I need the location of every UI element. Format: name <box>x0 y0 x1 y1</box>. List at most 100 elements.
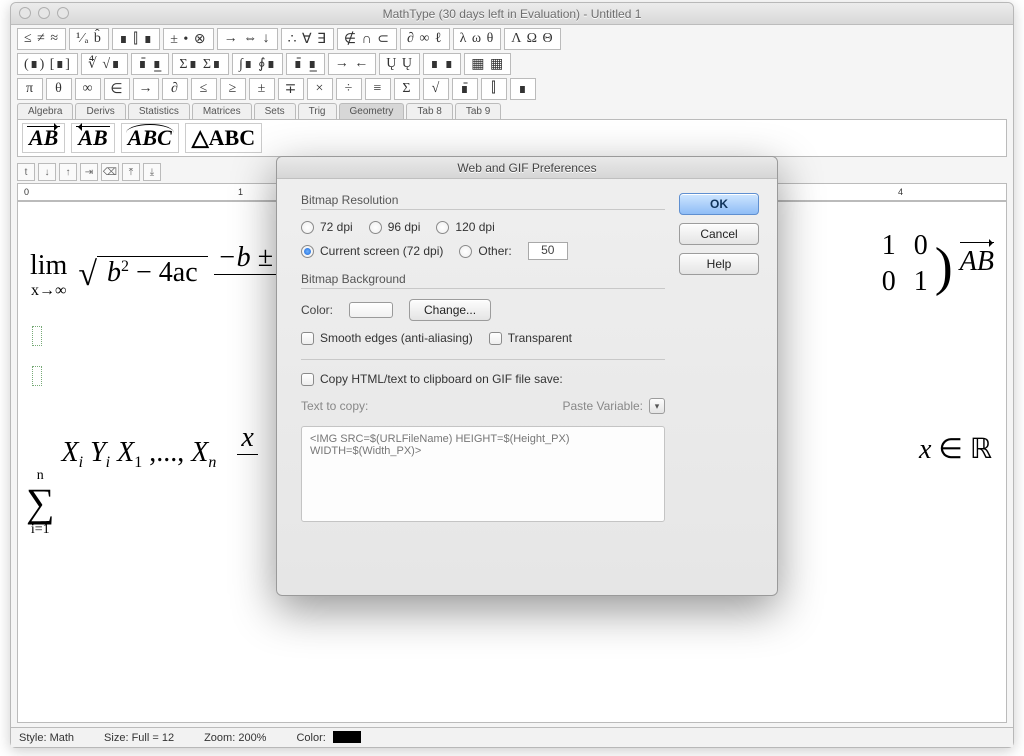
ruler-mark: 1 <box>238 187 243 197</box>
toolbar-button[interactable]: θ <box>46 78 72 100</box>
mini-button[interactable]: ⤓ <box>143 163 161 181</box>
ruler-mark: 0 <box>24 187 29 197</box>
group-bitmap-background: Bitmap Background Color: Change... Smoot… <box>301 272 665 345</box>
toolbar-button[interactable]: ≡ <box>365 78 391 100</box>
toolbar-button[interactable]: Σ <box>394 78 420 100</box>
toolbar-button[interactable]: √ <box>423 78 449 100</box>
status-style: Style: Math <box>19 732 74 744</box>
window-controls <box>19 7 69 19</box>
tab-matrices[interactable]: Matrices <box>192 103 252 119</box>
change-color-button[interactable]: Change... <box>409 299 491 321</box>
status-zoom: Zoom: 200% <box>204 732 266 744</box>
group-bitmap-resolution: Bitmap Resolution 72 dpi 96 dpi 120 dpi … <box>301 193 665 260</box>
toolbar-group[interactable]: Σ∎ Σ∎ <box>172 53 229 75</box>
color-label: Color: <box>301 303 333 317</box>
tab-8[interactable]: Tab 8 <box>406 103 452 119</box>
toolbar-button[interactable]: ± <box>249 78 275 100</box>
tab-9[interactable]: Tab 9 <box>455 103 501 119</box>
symbol-toolbars: ≤ ≠ ≈ ¹⁄ₐ b̂ ∎ ⫿ ∎ ± • ⊗ → ⇔ ↓ ∴ ∀ ∃ ∉ ∩… <box>11 25 1013 103</box>
vector-ab-button[interactable]: AB <box>22 123 65 153</box>
tab-algebra[interactable]: Algebra <box>17 103 73 119</box>
tab-sets[interactable]: Sets <box>254 103 296 119</box>
toolbar-group[interactable]: Ų Ų <box>379 53 420 75</box>
group-label: Bitmap Background <box>301 272 665 286</box>
text-to-copy-label: Text to copy: <box>301 399 368 413</box>
toolbar-button[interactable]: ≥ <box>220 78 246 100</box>
tab-derivs[interactable]: Derivs <box>75 103 125 119</box>
toolbar-button[interactable]: ∎̄ <box>452 78 478 100</box>
toolbar-group[interactable]: ∫∎ ∮∎ <box>232 53 283 75</box>
toolbar-group[interactable]: ∜ √∎ <box>81 53 128 75</box>
toolbar-group[interactable]: ∎̄ ∎̲ <box>131 53 169 75</box>
close-icon[interactable] <box>19 7 31 19</box>
mini-button[interactable]: t <box>17 163 35 181</box>
mini-button[interactable]: ↑ <box>59 163 77 181</box>
minimize-icon[interactable] <box>38 7 50 19</box>
toolbar-button[interactable]: ÷ <box>336 78 362 100</box>
html-template-textarea[interactable]: <IMG SRC=$(URLFileName) HEIGHT=$(Height_… <box>301 426 665 522</box>
mini-button[interactable]: ⤒ <box>122 163 140 181</box>
checkbox-copy-html[interactable]: Copy HTML/text to clipboard on GIF file … <box>301 372 665 386</box>
toolbar-button[interactable]: ∎ <box>510 78 536 100</box>
status-bar: Style: Math Size: Full = 12 Zoom: 200% C… <box>11 727 1013 747</box>
triangle-abc-button[interactable]: △ABC <box>185 123 262 153</box>
toolbar-group[interactable]: ∎̄ ∎̲ <box>286 53 324 75</box>
toolbar-group[interactable]: ± • ⊗ <box>163 28 213 50</box>
tab-geometry[interactable]: Geometry <box>339 103 405 119</box>
mini-button[interactable]: ⌫ <box>101 163 119 181</box>
ruler-mark: 4 <box>898 187 903 197</box>
toolbar-button[interactable]: ∂ <box>162 78 188 100</box>
toolbar-button[interactable]: ∓ <box>278 78 304 100</box>
help-button[interactable]: Help <box>679 253 759 275</box>
vector-ab-left-button[interactable]: AB <box>71 123 114 153</box>
mini-button[interactable]: ↓ <box>38 163 56 181</box>
bg-color-swatch[interactable] <box>349 302 393 318</box>
arc-abc-button[interactable]: ABC <box>121 123 179 153</box>
tab-statistics[interactable]: Statistics <box>128 103 190 119</box>
color-swatch-icon <box>333 731 361 743</box>
placeholder-slot <box>32 362 42 394</box>
category-tabs: Algebra Derivs Statistics Matrices Sets … <box>11 103 1013 119</box>
toolbar-group[interactable]: ∂ ∞ ℓ <box>400 28 450 50</box>
toolbar-group[interactable]: ∴ ∀ ∃ <box>281 28 334 50</box>
cancel-button[interactable]: Cancel <box>679 223 759 245</box>
toolbar-group[interactable]: → ⇔ ↓ <box>217 28 278 50</box>
placeholder-slot <box>32 322 42 354</box>
toolbar-button[interactable]: π <box>17 78 43 100</box>
toolbar-group[interactable]: (∎) [∎] <box>17 53 78 75</box>
toolbar-button[interactable]: ≤ <box>191 78 217 100</box>
toolbar-group[interactable]: ∉ ∩ ⊂ <box>337 28 397 50</box>
radio-other[interactable]: Other: <box>459 244 511 258</box>
zoom-icon[interactable] <box>57 7 69 19</box>
radio-120dpi[interactable]: 120 dpi <box>436 220 494 234</box>
radio-72dpi[interactable]: 72 dpi <box>301 220 353 234</box>
toolbar-group[interactable]: ∎ ⫿ ∎ <box>112 28 160 50</box>
other-dpi-input[interactable]: 50 <box>528 242 568 260</box>
radio-current-screen[interactable]: Current screen (72 dpi) <box>301 244 443 258</box>
mini-button[interactable]: ⇥ <box>80 163 98 181</box>
toolbar-button[interactable]: ⫿ <box>481 78 507 100</box>
equation-1: lim x→∞ √ b2 − 4ac −b ± <box>26 242 277 307</box>
toolbar-group[interactable]: ≤ ≠ ≈ <box>17 28 66 50</box>
toolbar-button[interactable]: × <box>307 78 333 100</box>
window-title: MathType (30 days left in Evaluation) - … <box>11 7 1013 21</box>
toolbar-group[interactable]: ∎ ∎ <box>423 53 461 75</box>
toolbar-group[interactable]: ▦ ▦ <box>464 53 511 75</box>
template-palette: AB AB ABC △ABC <box>17 119 1007 157</box>
toolbar-group[interactable]: Λ Ω Θ <box>504 28 560 50</box>
preferences-dialog: Web and GIF Preferences Bitmap Resolutio… <box>276 156 778 596</box>
toolbar-group[interactable]: ¹⁄ₐ b̂ <box>69 28 109 50</box>
toolbar-button[interactable]: → <box>133 78 159 100</box>
toolbar-group[interactable]: → ← <box>328 53 377 75</box>
paste-variable-button[interactable]: ▾ <box>649 398 665 414</box>
toolbar-button[interactable]: ∞ <box>75 78 101 100</box>
ok-button[interactable]: OK <box>679 193 759 215</box>
equation-sum: n ∑ i=1 Xi Yi X1 ,..., Xn x <box>26 422 258 537</box>
radio-96dpi[interactable]: 96 dpi <box>369 220 421 234</box>
toolbar-button[interactable]: ∈ <box>104 78 130 100</box>
status-color: Color: <box>296 731 360 744</box>
checkbox-transparent[interactable]: Transparent <box>489 331 572 345</box>
toolbar-group[interactable]: λ ω θ <box>453 28 502 50</box>
tab-trig[interactable]: Trig <box>298 103 337 119</box>
checkbox-smooth-edges[interactable]: Smooth edges (anti-aliasing) <box>301 331 473 345</box>
